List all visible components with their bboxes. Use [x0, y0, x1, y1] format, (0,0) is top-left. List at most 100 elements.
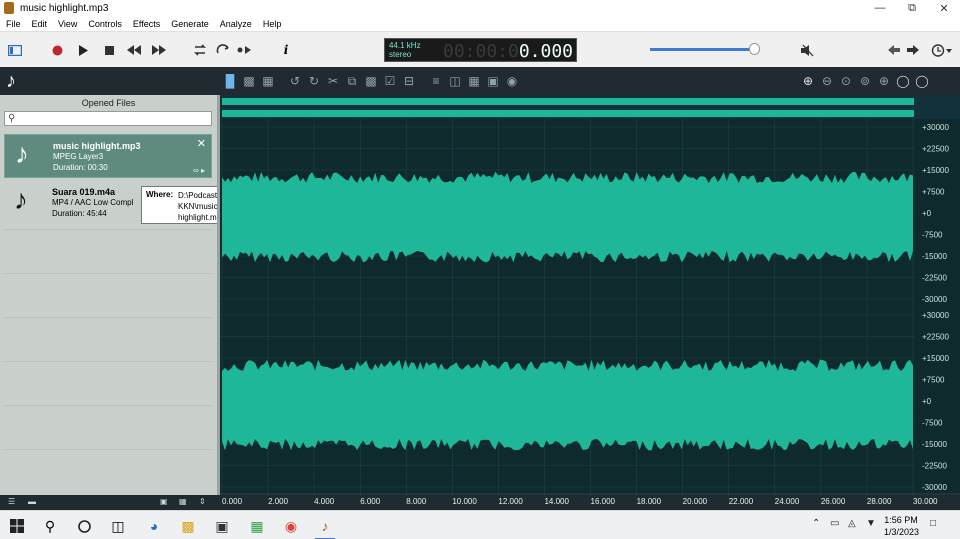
zoom-full-icon[interactable]: ⊕ — [876, 73, 892, 89]
effect-icon[interactable]: ◉ — [504, 73, 520, 89]
fade-icon[interactable]: ◫ — [447, 73, 463, 89]
y-tick-label: -7500 — [922, 419, 943, 428]
spectral-view-icon[interactable]: ▩ — [241, 73, 257, 89]
tray-overflow-icon[interactable]: ⌃ — [812, 518, 820, 529]
loop-icon[interactable] — [191, 41, 209, 59]
list-divider — [4, 273, 212, 274]
wifi-icon[interactable]: ◬ — [848, 518, 856, 529]
time-tick-label: 20.000 — [682, 497, 708, 506]
expand-icon[interactable]: ⇕ — [199, 497, 206, 506]
close-file-icon[interactable]: ✕ — [197, 137, 206, 150]
minimize-icon[interactable]: — — [864, 0, 896, 16]
skip-icon[interactable] — [236, 41, 254, 59]
menu-analyze[interactable]: Analyze — [220, 19, 252, 29]
list-divider — [4, 229, 212, 230]
app-icon — [4, 2, 14, 14]
store-icon[interactable]: ▣ — [212, 516, 232, 536]
battery-icon[interactable]: ▭ — [830, 518, 839, 529]
grid-view-icon[interactable]: ▦ — [260, 73, 276, 89]
time-tick-label: 2.000 — [268, 497, 289, 506]
search-icon[interactable]: ⚲ — [40, 516, 60, 536]
panel-collapse-icon[interactable]: ▬ — [28, 497, 36, 506]
rewind-icon[interactable] — [125, 41, 143, 59]
menu-effects[interactable]: Effects — [133, 19, 160, 29]
normalize-icon[interactable]: ▦ — [466, 73, 482, 89]
zoom-fit-icon[interactable]: ⊚ — [857, 73, 873, 89]
app-logo-icon: ♪ — [6, 70, 16, 92]
waveform-editor[interactable]: +30000 +22500 +15000 +7500 +0 -7500 -15000 -225… — [220, 95, 960, 495]
music-note-icon: ♪ — [14, 184, 28, 215]
green-app-icon[interactable]: ▦ — [247, 516, 267, 536]
waveform-channel-2 — [222, 359, 913, 451]
stop-icon[interactable] — [100, 41, 118, 59]
play-icon[interactable] — [74, 41, 92, 59]
menu-view[interactable]: View — [58, 19, 77, 29]
start-icon[interactable] — [7, 516, 27, 536]
close-icon[interactable]: ✕ — [928, 0, 960, 16]
undo-icon[interactable]: ↺ — [287, 73, 303, 89]
redo-icon[interactable]: ↻ — [306, 73, 322, 89]
task-view-icon[interactable]: ◫ — [108, 516, 128, 536]
system-clock[interactable]: 1:56 PM 1/3/2023 — [884, 514, 919, 538]
vertical-zoom-out-icon[interactable]: ◯ — [914, 73, 930, 89]
volume-fill — [650, 48, 755, 51]
new-file-icon[interactable]: ▣ — [160, 497, 168, 506]
volume-thumb[interactable] — [748, 43, 760, 55]
paste-icon[interactable]: ▩ — [363, 73, 379, 89]
overview-wave-top — [222, 98, 914, 105]
waveform-canvas[interactable]: +30000 +22500 +15000 +7500 +0 -7500 -15000 -225… — [220, 95, 960, 495]
silence-icon[interactable]: ▣ — [485, 73, 501, 89]
chrome-icon[interactable]: ◉ — [281, 516, 301, 536]
menu-file[interactable]: File — [6, 19, 21, 29]
info-icon[interactable]: i — [277, 41, 295, 59]
crop-icon[interactable]: ⊟ — [401, 73, 417, 89]
list-view-icon[interactable]: ☰ — [8, 497, 15, 506]
time-display: 44.1 kHz stereo 00:00:00 0.000 — [384, 38, 577, 62]
waveform-channel-1 — [222, 171, 913, 263]
maximize-icon[interactable]: ⧉ — [896, 0, 928, 16]
file-actions-icon[interactable]: ∞ ▸ — [193, 166, 205, 175]
audio-editor-taskbar-icon[interactable]: ♪ — [315, 516, 335, 539]
copy-icon[interactable]: ⧉ — [344, 73, 360, 89]
forward-arrow-icon[interactable] — [904, 41, 922, 59]
time-tick-label: 14.000 — [544, 497, 569, 506]
vertical-zoom-in-icon[interactable]: ◯ — [895, 73, 911, 89]
time-tick-label: 24.000 — [774, 497, 800, 506]
zoom-out-icon[interactable]: ⊖ — [819, 73, 835, 89]
fast-forward-icon[interactable] — [150, 41, 168, 59]
volume-tray-icon[interactable]: ▼ — [866, 518, 876, 529]
delete-icon[interactable]: ☑ — [382, 73, 398, 89]
sample-rate-value: 44.1 kHz — [389, 41, 421, 50]
y-tick-label: +15000 — [922, 166, 949, 175]
trim-icon[interactable]: ≡ — [428, 73, 444, 89]
menu-generate[interactable]: Generate — [171, 19, 209, 29]
repeat-icon[interactable] — [214, 41, 232, 59]
time-dim-digits: 00:00:00 — [443, 41, 530, 62]
image-icon[interactable]: ▦ — [179, 497, 187, 506]
y-tick-label: +30000 — [922, 311, 949, 320]
file-item-music-highlight[interactable]: ♪ music highlight.mp3 MPEG Layer3 Durati… — [4, 134, 212, 178]
cortana-icon[interactable] — [74, 516, 94, 536]
edge-browser-icon[interactable]: ◕ — [144, 516, 164, 536]
cut-icon[interactable]: ✂ — [325, 73, 341, 89]
speaker-icon[interactable] — [798, 41, 816, 59]
menu-help[interactable]: Help — [263, 19, 282, 29]
panel-toggle-icon[interactable] — [6, 41, 24, 59]
zoom-in-icon[interactable]: ⊕ — [800, 73, 816, 89]
notifications-icon[interactable]: □ — [930, 518, 936, 529]
time-tick-label: 16.000 — [590, 497, 615, 506]
file-search-input[interactable]: ⚲ — [4, 111, 212, 126]
back-arrow-icon[interactable] — [885, 41, 903, 59]
volume-slider[interactable] — [650, 43, 760, 55]
y-tick-label: -22500 — [922, 462, 947, 471]
waveform-view-icon[interactable]: ▐▌ — [222, 73, 239, 89]
menu-controls[interactable]: Controls — [88, 19, 122, 29]
file-name: Suara 019.m4a — [52, 187, 116, 197]
file-explorer-icon[interactable]: ▩ — [178, 516, 198, 536]
time-tick-label: 10.000 — [452, 497, 477, 506]
record-icon[interactable] — [48, 41, 66, 59]
menu-edit[interactable]: Edit — [32, 19, 48, 29]
history-icon[interactable] — [930, 41, 954, 59]
y-tick-label: -7500 — [922, 231, 943, 240]
zoom-selection-icon[interactable]: ⊙ — [838, 73, 854, 89]
